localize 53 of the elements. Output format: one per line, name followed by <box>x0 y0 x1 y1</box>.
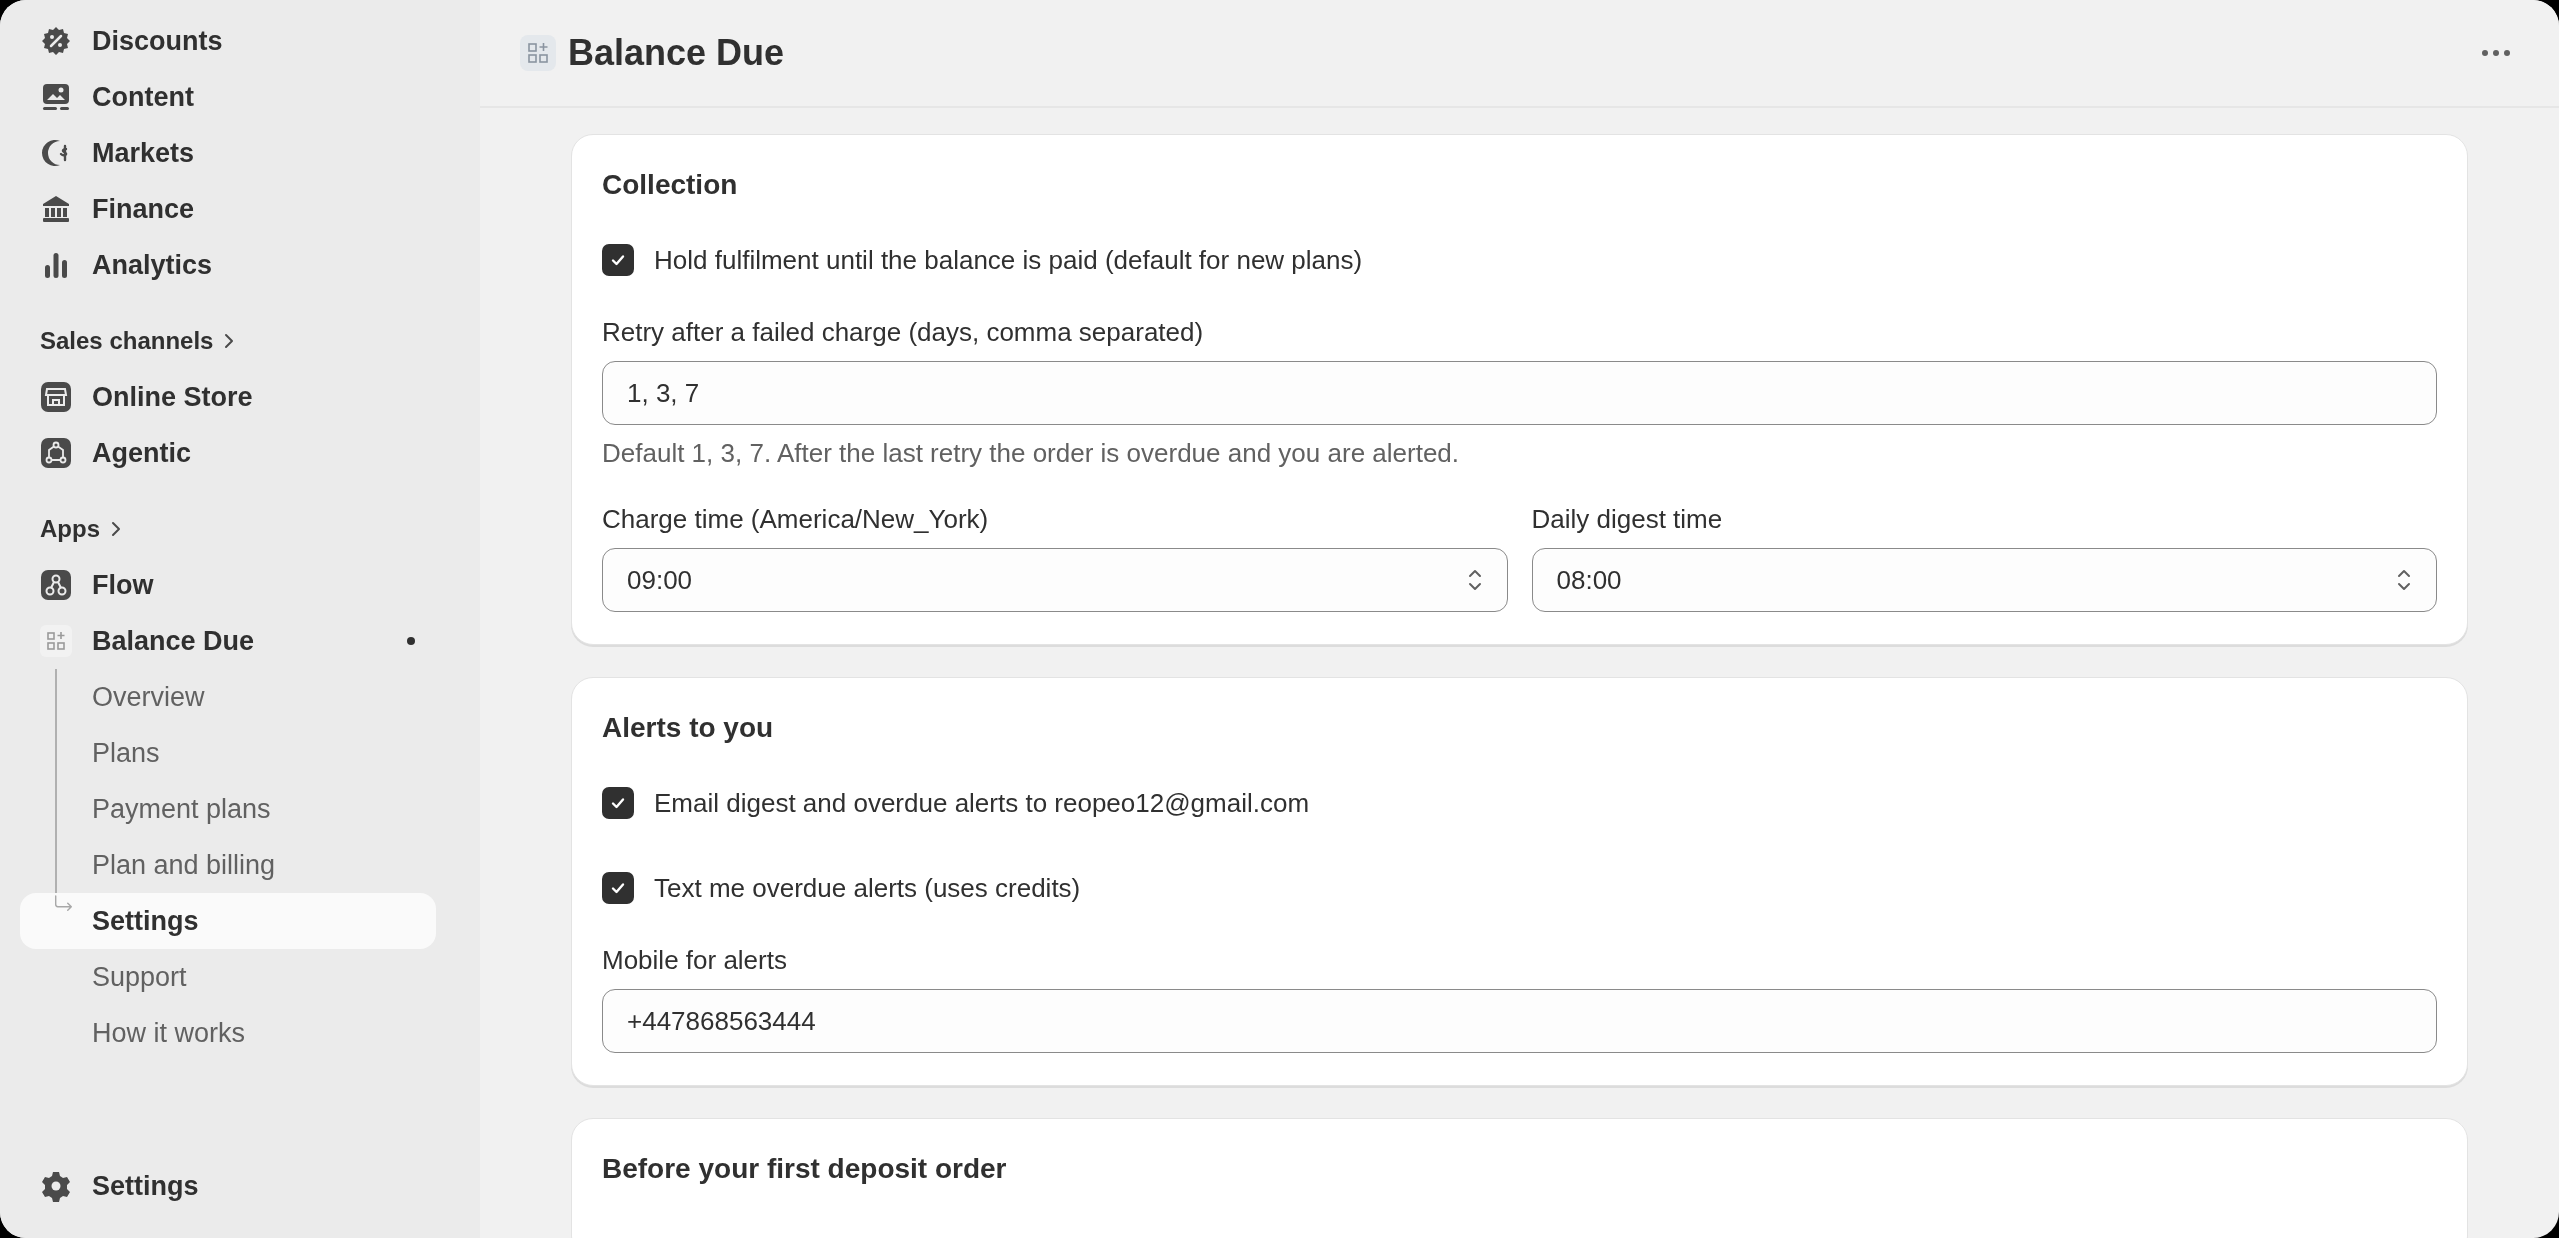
chevron-right-icon <box>223 333 236 349</box>
sidebar-subitem[interactable]: Overview <box>20 669 436 725</box>
flow-icon <box>40 569 72 601</box>
sidebar-subitem[interactable]: Payment plans <box>20 781 436 837</box>
discount-icon <box>40 25 72 57</box>
card-title: Alerts to you <box>602 711 775 745</box>
time-select[interactable]: 08:00 <box>1531 548 2437 612</box>
nav-item[interactable]: Analytics <box>20 237 436 293</box>
network-icon <box>40 437 72 469</box>
tree-arrow-icon <box>55 893 72 914</box>
sidebar-subitem[interactable]: Plans <box>20 725 436 781</box>
sidebar-subitem[interactable]: Settings <box>20 893 436 949</box>
field-label: Charge time (America/New_York) <box>602 503 990 536</box>
app-grid-icon <box>520 35 556 71</box>
sidebar-subitem[interactable]: Plan and billing <box>20 837 436 893</box>
checkbox[interactable] <box>602 787 634 819</box>
up-down-chevron-icon <box>2396 567 2412 593</box>
section-heading[interactable]: Sales channels <box>40 321 236 361</box>
store-icon <box>40 381 72 413</box>
checkbox-label: Text me overdue alerts (uses credits) <box>654 872 1081 904</box>
nav-item[interactable]: Finance <box>20 181 436 237</box>
nav-item[interactable]: Agentic <box>20 425 436 481</box>
card-title: Before your first deposit order <box>602 1152 1008 1186</box>
text-field[interactable]: +447868563444 <box>602 989 2437 1053</box>
nav-item[interactable]: Markets <box>20 125 436 181</box>
nav-item[interactable]: Settings <box>20 1158 436 1214</box>
page-title: Balance Due <box>568 32 785 74</box>
sidebar-subitem[interactable]: Support <box>20 949 436 1005</box>
checkbox[interactable] <box>602 872 634 904</box>
app-grid-icon <box>40 625 72 657</box>
nav-item[interactable]: Discounts <box>20 13 436 69</box>
sidebar-subitem[interactable]: How it works <box>20 1005 436 1061</box>
field-label: Mobile for alerts <box>602 944 788 977</box>
card-title: Collection <box>602 168 739 202</box>
checkbox-label: Email digest and overdue alerts to reopeo12@gmail.com <box>654 787 1310 819</box>
field-label: Daily digest time <box>1531 503 1724 536</box>
help-text: Default 1, 3, 7. After the last retry the order is overdue and you are alerted. <box>602 437 1461 470</box>
nav-item[interactable]: Content <box>20 69 436 125</box>
bank-icon <box>40 193 72 225</box>
nav-item[interactable]: Flow <box>20 557 436 613</box>
time-select[interactable]: 09:00 <box>602 548 1508 612</box>
nav-item[interactable]: Balance Due <box>20 613 436 669</box>
field-label: Retry after a failed charge (days, comma separated) <box>602 316 1205 349</box>
text-field[interactable]: 1, 3, 7 <box>602 361 2437 425</box>
up-down-chevron-icon <box>1466 567 1483 593</box>
image-icon <box>40 81 72 113</box>
settings-icon <box>40 1170 72 1202</box>
nav-item[interactable]: Online Store <box>20 369 436 425</box>
checkbox[interactable] <box>602 244 634 276</box>
section-heading[interactable]: Apps <box>40 509 122 549</box>
chevron-right-icon <box>110 521 122 537</box>
checkbox-label: Hold fulfilment until the balance is paid (default for new plans) <box>654 244 1363 276</box>
dot-icon <box>406 636 416 646</box>
